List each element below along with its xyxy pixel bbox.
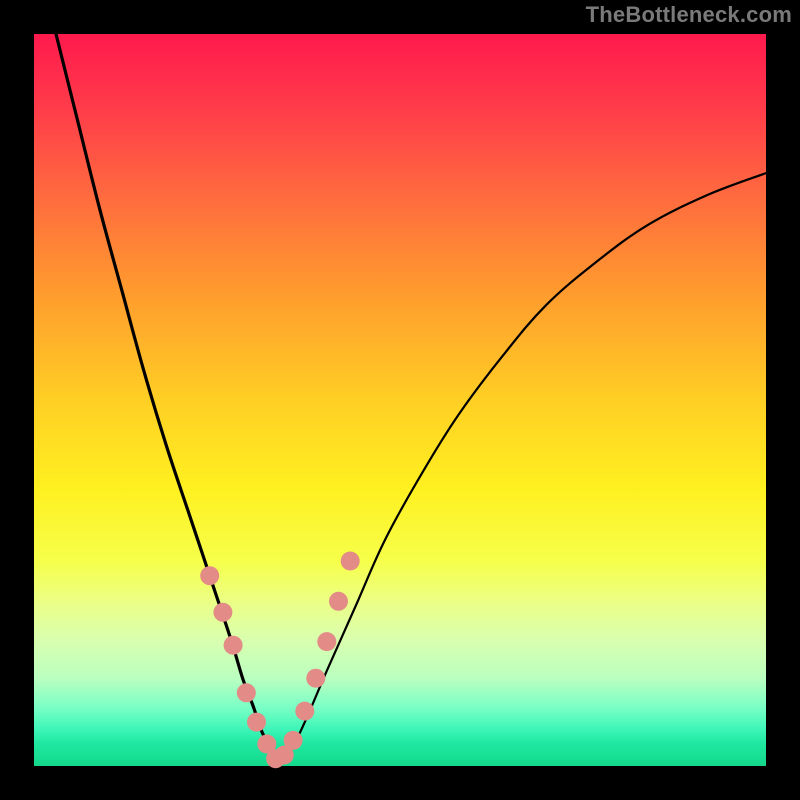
highlight-dot — [247, 713, 266, 732]
left-branch-curve — [56, 34, 279, 762]
chart-frame: TheBottleneck.com — [0, 0, 800, 800]
highlight-dot — [341, 552, 360, 571]
highlight-dot — [213, 603, 232, 622]
watermark-text: TheBottleneck.com — [586, 2, 792, 28]
highlight-dot — [284, 731, 303, 750]
highlight-dot — [329, 592, 348, 611]
highlight-dot — [200, 566, 219, 585]
highlight-dot — [306, 669, 325, 688]
curve-layer — [34, 34, 766, 766]
highlight-dot — [237, 683, 256, 702]
highlight-dots-group — [200, 552, 360, 769]
right-branch-curve — [279, 173, 766, 762]
highlight-dot — [295, 702, 314, 721]
highlight-dot — [224, 636, 243, 655]
plot-area — [34, 34, 766, 766]
highlight-dot — [317, 632, 336, 651]
